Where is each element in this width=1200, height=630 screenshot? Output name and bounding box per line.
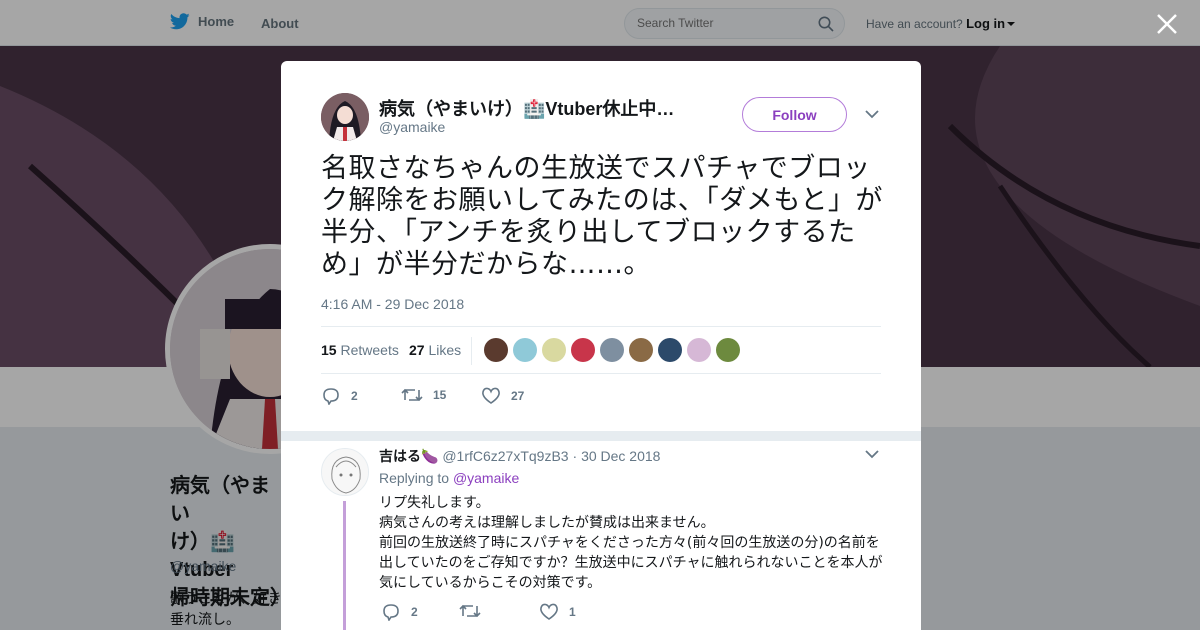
- reply-reply-count: 2: [411, 605, 418, 619]
- liker-avatar[interactable]: [629, 338, 653, 362]
- reply-line: リプ失礼します。: [379, 495, 490, 511]
- liker-avatar[interactable]: [600, 338, 624, 362]
- retweets-count: 15: [321, 342, 337, 358]
- reply-actions: 2 1: [379, 603, 879, 627]
- author-handle[interactable]: @yamaike: [379, 119, 445, 135]
- reply-text: リプ失礼します。 病気さんの考えは理解しましたが賛成は出来ません。 前回の生放送…: [379, 493, 885, 593]
- thread-line: [343, 501, 346, 630]
- reply-like-action[interactable]: 1: [539, 603, 576, 621]
- likes-count: 27: [409, 342, 425, 358]
- thread-divider: [281, 431, 921, 441]
- liker-avatar[interactable]: [687, 338, 711, 362]
- reply-date[interactable]: 30 Dec 2018: [581, 448, 660, 464]
- reply-retweet-action[interactable]: [459, 603, 491, 619]
- reply-line: 前回の生放送終了時にスパチャをくださった方々(前々回の生放送の分)の名前を出して…: [379, 535, 883, 591]
- tweet-text: 名取さなちゃんの生放送でスパチャでブロック解除をお願いしてみたのは、「ダメもと」…: [321, 153, 883, 280]
- liker-avatar[interactable]: [513, 338, 537, 362]
- reply-line: 病気さんの考えは理解しましたが賛成は出来ません。: [379, 515, 715, 531]
- reply-tweet[interactable]: 吉はる🍆 @1rfC6z27xTq9zB3 · 30 Dec 2018 Repl…: [281, 441, 921, 630]
- retweet-count: 15: [433, 388, 447, 402]
- reply-like-count: 1: [569, 605, 576, 619]
- retweets-label: Retweets: [340, 342, 399, 358]
- likes-stat[interactable]: 27 Likes: [409, 342, 461, 358]
- replying-to-label: Replying to: [379, 470, 450, 486]
- author-name[interactable]: 病気（やまいけ）🏥Vtuber休止中…: [379, 95, 689, 121]
- stats-divider: [471, 337, 472, 365]
- reply-author-avatar[interactable]: [321, 448, 369, 496]
- reply-reply-action[interactable]: 2: [381, 603, 418, 621]
- chevron-down-icon[interactable]: [865, 109, 879, 119]
- reply-count: 2: [351, 389, 358, 403]
- reply-action[interactable]: 2: [321, 387, 358, 405]
- likes-label: Likes: [428, 342, 462, 358]
- tweet-modal: 病気（やまいけ）🏥Vtuber休止中… @yamaike Follow 名取さな…: [281, 61, 921, 630]
- reply-separator: ·: [572, 448, 578, 464]
- retweet-icon: [401, 388, 423, 402]
- retweet-action[interactable]: 15: [401, 387, 446, 403]
- liker-avatar[interactable]: [716, 338, 740, 362]
- chevron-down-icon[interactable]: [865, 449, 879, 459]
- like-action[interactable]: 27: [481, 387, 524, 405]
- reply-author-handle[interactable]: @1rfC6z27xTq9zB3: [442, 448, 568, 464]
- liker-avatar[interactable]: [658, 338, 682, 362]
- reply-icon: [383, 604, 399, 621]
- heart-icon: [482, 387, 500, 404]
- reply-header: 吉はる🍆 @1rfC6z27xTq9zB3 · 30 Dec 2018: [379, 446, 660, 466]
- liker-avatars: [484, 338, 740, 362]
- author-avatar[interactable]: [321, 93, 369, 141]
- close-icon[interactable]: [1155, 12, 1179, 36]
- liker-avatar[interactable]: [542, 338, 566, 362]
- replying-to-handle[interactable]: @yamaike: [453, 470, 519, 486]
- like-count: 27: [511, 389, 525, 403]
- reply-icon: [323, 388, 339, 405]
- tweet-stats: 15 Retweets 27 Likes: [321, 326, 881, 374]
- tweet-timestamp[interactable]: 4:16 AM - 29 Dec 2018: [321, 296, 464, 312]
- reply-author-name[interactable]: 吉はる🍆: [379, 448, 438, 464]
- replying-to: Replying to @yamaike: [379, 470, 519, 486]
- retweets-stat[interactable]: 15 Retweets: [321, 342, 399, 358]
- heart-icon: [540, 603, 558, 620]
- tweet-actions: 2 15 27: [321, 381, 881, 411]
- follow-button[interactable]: Follow: [742, 97, 847, 132]
- liker-avatar[interactable]: [571, 338, 595, 362]
- retweet-icon: [459, 604, 481, 618]
- liker-avatar[interactable]: [484, 338, 508, 362]
